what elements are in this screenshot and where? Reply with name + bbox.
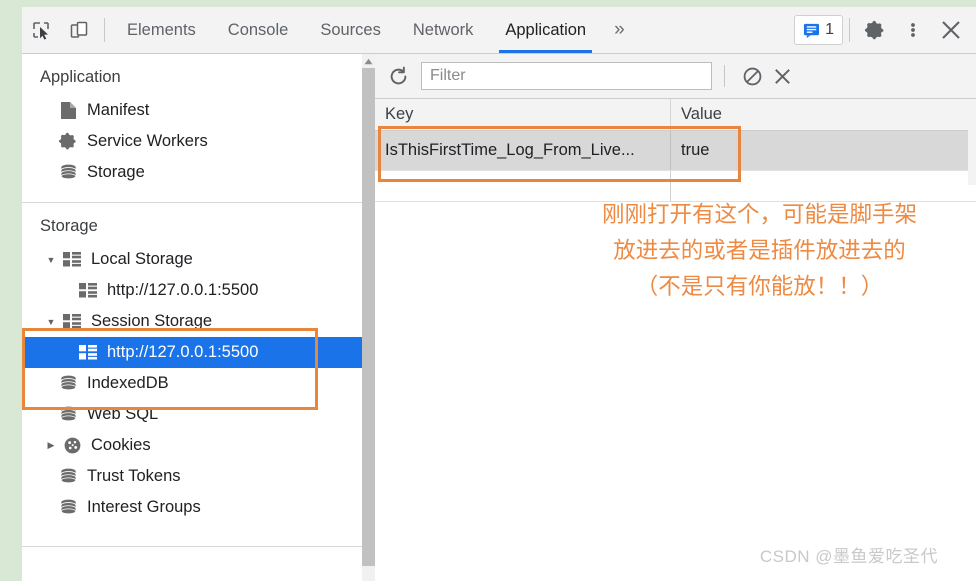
tab-label: Elements (127, 20, 196, 39)
tab-label: Console (227, 20, 289, 39)
sidebar-item-local-storage-origin[interactable]: http://127.0.0.1:5500 (22, 275, 373, 306)
tabbar-right-group: 1 (794, 7, 976, 53)
issues-button[interactable]: 1 (794, 15, 843, 45)
tab-label: Sources (320, 20, 381, 39)
sidebar-item-web-sql[interactable]: Web SQL (22, 399, 373, 430)
issues-count: 1 (825, 21, 834, 38)
table-row[interactable]: IsThisFirstTime_Log_From_Live... true (375, 131, 976, 171)
table-grid-icon (60, 252, 84, 267)
sidebar-item-local-storage[interactable]: ▼ Local Storage (22, 244, 373, 275)
database-icon (56, 374, 80, 393)
sidebar-item-cookies[interactable]: ▶ Cookies (22, 430, 373, 461)
sidebar-item-label: Cookies (91, 436, 151, 454)
inspect-element-icon[interactable] (22, 7, 60, 53)
sidebar-item-label: Manifest (87, 101, 150, 119)
sidebar-header-application: Application (40, 68, 121, 86)
sidebar-item-label: http://127.0.0.1:5500 (107, 343, 259, 361)
sidebar-item-label: Session Storage (91, 312, 213, 330)
database-icon (56, 467, 80, 486)
database-icon (56, 163, 80, 182)
sidebar-item-label: Interest Groups (87, 498, 201, 516)
more-options-icon[interactable] (894, 7, 932, 53)
cookie-icon (60, 436, 84, 455)
column-header-value[interactable]: Value (671, 99, 976, 130)
toolbar-divider (724, 65, 725, 87)
settings-gear-icon[interactable] (856, 7, 894, 53)
database-icon (56, 405, 80, 424)
sidebar-item-label: http://127.0.0.1:5500 (107, 281, 259, 299)
close-devtools-icon[interactable] (932, 7, 970, 53)
gear-icon (56, 132, 80, 151)
sidebar-item-session-storage-origin[interactable]: http://127.0.0.1:5500 (22, 337, 373, 368)
table-scrollbar-strip[interactable] (968, 101, 976, 185)
table-grid-icon (60, 314, 84, 329)
table-grid-icon (76, 345, 100, 360)
more-tabs-icon[interactable]: » (602, 19, 637, 41)
sidebar-item-session-storage[interactable]: ▼ Session Storage (22, 306, 373, 337)
clear-all-icon[interactable] (737, 61, 767, 91)
tab-network[interactable]: Network (397, 7, 490, 53)
sidebar-item-label: Local Storage (91, 250, 193, 268)
cell-key[interactable]: IsThisFirstTime_Log_From_Live... (375, 131, 671, 170)
sidebar-item-label: Storage (87, 163, 145, 181)
chevron-down-icon[interactable]: ▼ (42, 317, 60, 327)
table-grid-icon (76, 283, 100, 298)
sidebar-item-label: Service Workers (87, 132, 208, 150)
devtools-tabbar: Elements Console Sources Network Applica… (22, 7, 976, 54)
filter-input[interactable] (421, 62, 712, 90)
storage-table: Key Value IsThisFirstTime_Log_From_Live.… (375, 99, 976, 202)
manifest-file-icon (56, 101, 80, 120)
chevron-down-icon[interactable]: ▼ (42, 255, 60, 265)
delete-selected-icon[interactable] (767, 61, 797, 91)
tab-application[interactable]: Application (489, 7, 602, 53)
devtools-window: Elements Console Sources Network Applica… (22, 7, 976, 581)
column-header-key[interactable]: Key (375, 99, 671, 130)
sidebar-bottom-divider (22, 546, 373, 547)
sidebar-item-manifest[interactable]: Manifest (22, 95, 373, 126)
sidebar-item-label: Trust Tokens (87, 467, 181, 485)
tabbar-right-divider (849, 18, 850, 42)
sidebar-item-service-workers[interactable]: Service Workers (22, 126, 373, 157)
sidebar-item-label: Web SQL (87, 405, 159, 423)
device-toolbar-icon[interactable] (60, 7, 98, 53)
table-header-row: Key Value (375, 99, 976, 131)
sidebar-item-label: IndexedDB (87, 374, 169, 392)
tab-label: Network (412, 20, 474, 39)
sidebar-header-storage: Storage (40, 217, 98, 235)
tab-elements[interactable]: Elements (111, 7, 212, 53)
cell-value[interactable]: true (671, 131, 976, 170)
chevron-right-icon[interactable]: ▶ (42, 440, 60, 451)
application-sidebar: Application Manifest Service Workers Sto… (22, 54, 374, 581)
sidebar-scrollbar[interactable] (362, 54, 375, 581)
table-row-empty[interactable] (375, 171, 976, 202)
issues-message-icon (804, 23, 820, 38)
database-icon (56, 498, 80, 517)
sidebar-item-trust-tokens[interactable]: Trust Tokens (22, 461, 373, 492)
sidebar-scrollbar-thumb[interactable] (362, 68, 375, 566)
tab-label: Application (505, 20, 587, 39)
sidebar-item-storage[interactable]: Storage (22, 157, 373, 188)
cell-key-empty[interactable] (375, 171, 671, 201)
sidebar-item-indexeddb[interactable]: IndexedDB (22, 368, 373, 399)
cell-value-empty[interactable] (671, 171, 976, 201)
scroll-up-arrow-icon[interactable] (362, 54, 375, 68)
tabbar-divider (104, 18, 105, 42)
storage-main-panel: Key Value IsThisFirstTime_Log_From_Live.… (375, 54, 976, 581)
tab-console[interactable]: Console (212, 7, 305, 53)
refresh-icon[interactable] (383, 61, 413, 91)
tab-sources[interactable]: Sources (304, 7, 397, 53)
sidebar-item-interest-groups[interactable]: Interest Groups (22, 492, 373, 523)
storage-toolbar (375, 54, 976, 99)
